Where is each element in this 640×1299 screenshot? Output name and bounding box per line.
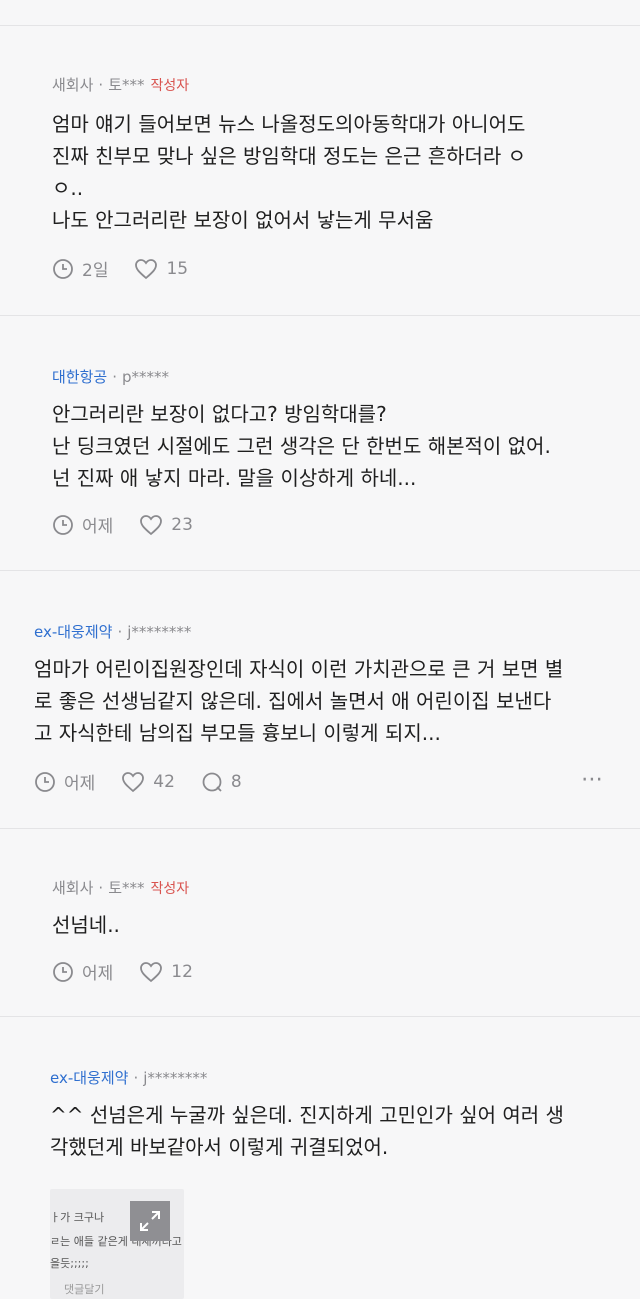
attachment-text: ㅏ가 크구나	[50, 1211, 105, 1224]
comment-item: 새회사 · 토*** 작성자 선넘네.. 어제 12	[0, 829, 640, 1017]
heart-icon	[140, 961, 163, 982]
comment-line: ㅇ..	[52, 176, 84, 200]
user-name: 토***	[108, 879, 145, 897]
comment-actions: 어제 42 8	[34, 769, 268, 794]
expand-image-button[interactable]	[130, 1201, 170, 1241]
reply-button[interactable]: 8	[201, 771, 242, 793]
comment-line: 나도 안그러리란 보장이 없어서 낳는게 무서움	[52, 208, 434, 232]
comment-line: 엄마가 어린이집원장인데 자식이 이런 가치관으로 큰 거 보면 별	[34, 657, 564, 681]
comment-line: 로 좋은 선생님같지 않은데. 집에서 놀면서 애 어린이집 보낸다	[34, 689, 552, 713]
comment-item: ex-대웅제약 · j******** 엄마가 어린이집원장인데 자식이 이런 가치…	[0, 571, 640, 829]
comment-item: 새회사 · 토*** 작성자 엄마 얘기 들어보면 뉴스 나올정도의아동학대가 아니어…	[0, 26, 640, 316]
company-name[interactable]: ex-대웅제약	[34, 623, 112, 641]
comment-line: 넌 진짜 애 낳지 마라. 말을 이상하게 하네...	[52, 466, 417, 490]
clock-icon	[53, 258, 73, 279]
heart-icon	[135, 258, 158, 279]
comment-line: 선넘네..	[52, 913, 120, 937]
comment-line: 고 자식한테 남의집 부모들 흉보니 이렇게 되지...	[34, 721, 441, 745]
timestamp-text: 어제	[82, 964, 114, 984]
comment-item: ex-대웅제약 · j******** ^^ 선넘은게 누굴까 싶은데. 진지하게 …	[0, 1017, 640, 1299]
more-options-button[interactable]: ⋯	[581, 767, 604, 792]
comment-line: 엄마 얘기 들어보면 뉴스 나올정도의아동학대가 아니어도	[52, 112, 526, 136]
comment-line: 난 딩크였던 시절에도 그런 생각은 단 한번도 해본적이 없어.	[52, 434, 551, 458]
author-badge: 작성자	[150, 881, 190, 897]
user-name: j********	[143, 1069, 208, 1087]
reply-count: 8	[230, 771, 242, 792]
attached-image[interactable]: ㅏ가 크구나 ㄹ는 애들 같은게 내새끼라고 을듯;;;;; 댓글달기	[50, 1189, 184, 1299]
attachment-text: 을듯;;;;;	[50, 1257, 89, 1270]
like-count: 23	[171, 514, 193, 535]
comment-line: 진짜 친부모 맞나 싶은 방임학대 정도는 은근 흔하더라 ㅇ	[52, 144, 527, 168]
comment-line: 각했던게 바보같아서 이렇게 귀결되었어.	[50, 1135, 389, 1159]
heart-icon	[140, 514, 163, 535]
company-name[interactable]: 대한항공	[52, 368, 107, 386]
like-count: 15	[166, 258, 189, 279]
heart-icon	[122, 771, 145, 792]
user-name: p*****	[121, 368, 170, 386]
comment-meta: 새회사 · 토*** 작성자	[52, 76, 190, 94]
timestamp-text: 2일	[82, 261, 109, 281]
comment-meta: 새회사 · 토*** 작성자	[52, 879, 190, 897]
comment-body: 선넘네..	[52, 909, 120, 941]
company-name[interactable]: ex-대웅제약	[50, 1069, 128, 1087]
expand-icon	[140, 1211, 160, 1231]
author-badge: 작성자	[150, 78, 190, 94]
timestamp-text: 어제	[82, 517, 114, 537]
company-name[interactable]: 새회사	[52, 879, 93, 897]
clock-icon	[53, 961, 73, 982]
attachment-text: 댓글달기	[64, 1283, 105, 1296]
clock-icon	[53, 514, 73, 535]
timestamp-text: 어제	[64, 774, 96, 794]
comment-body: 엄마 얘기 들어보면 뉴스 나올정도의아동학대가 아니어도 진짜 친부모 맞나 …	[52, 108, 526, 236]
user-name: j********	[127, 623, 192, 641]
like-button[interactable]: 15	[134, 258, 188, 280]
comment-body: 안그러리란 보장이 없다고? 방임학대를? 난 딩크였던 시절에도 그런 생각은…	[52, 398, 551, 494]
comment-bubble-icon	[202, 772, 222, 792]
comment-body: ^^ 선넘은게 누굴까 싶은데. 진지하게 고민인가 싶어 여러 생 각했던게 …	[50, 1099, 564, 1163]
comment-body: 엄마가 어린이집원장인데 자식이 이런 가치관으로 큰 거 보면 별 로 좋은 …	[34, 653, 563, 749]
top-divider	[0, 0, 640, 26]
like-count: 12	[171, 961, 193, 982]
comment-line: ^^ 선넘은게 누굴까 싶은데. 진지하게 고민인가 싶어 여러 생	[50, 1103, 564, 1127]
comment-actions: 2일 15	[52, 256, 214, 281]
comment-item: 대한항공 · p***** 안그러리란 보장이 없다고? 방임학대를? 난 딩크였던…	[0, 316, 640, 571]
comment-meta: ex-대웅제약 · j********	[50, 1069, 208, 1087]
company-name[interactable]: 새회사	[52, 76, 93, 94]
timestamp: 어제	[52, 512, 113, 537]
like-button[interactable]: 42	[121, 771, 175, 793]
comment-actions: 어제 12	[52, 959, 219, 984]
like-button[interactable]: 23	[139, 514, 193, 536]
comment-line: 안그러리란 보장이 없다고? 방임학대를?	[52, 402, 387, 426]
comment-meta: ex-대웅제약 · j********	[34, 623, 192, 641]
clock-icon	[35, 771, 55, 792]
comment-actions: 어제 23	[52, 512, 219, 537]
timestamp: 어제	[52, 959, 113, 984]
like-button[interactable]: 12	[139, 961, 193, 983]
timestamp: 2일	[52, 256, 108, 281]
timestamp: 어제	[34, 769, 95, 794]
like-count: 42	[153, 771, 175, 792]
comment-meta: 대한항공 · p*****	[52, 368, 170, 386]
user-name: 토***	[108, 76, 145, 94]
